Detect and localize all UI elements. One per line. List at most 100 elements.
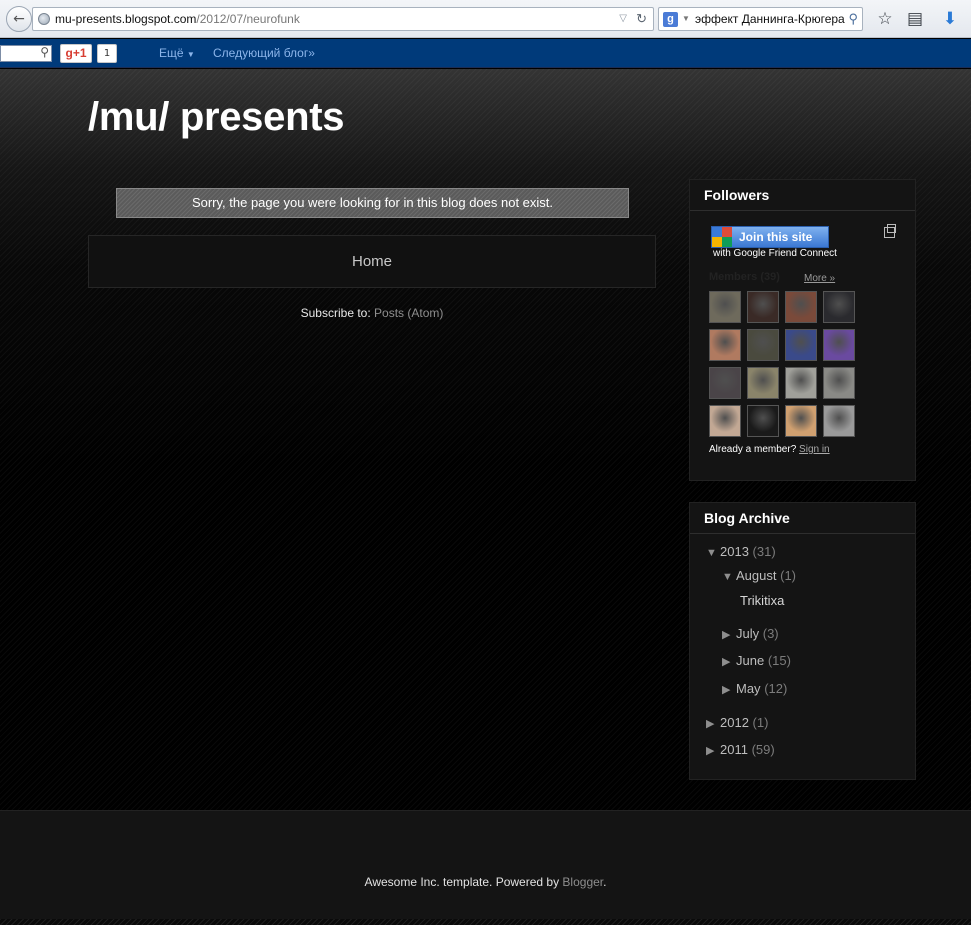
footer-period: . <box>603 875 607 889</box>
triangle-right-icon[interactable]: ▶ <box>722 628 736 641</box>
blogger-navbar: ⚲ g+1 1 Ещё ▼ Следующий блог» <box>0 39 971 68</box>
gplus-count: 1 <box>97 44 117 63</box>
member-avatar[interactable] <box>747 291 779 323</box>
archive-label: 2013 <box>720 544 749 559</box>
archive-month-june[interactable]: ▶ June (15) <box>722 653 791 668</box>
google-icon: g <box>663 12 678 27</box>
archive-count: (12) <box>764 681 788 696</box>
archive-post-link[interactable]: Trikitixa <box>740 593 784 608</box>
member-avatar[interactable] <box>747 367 779 399</box>
bottom-strip <box>0 919 971 925</box>
archive-year-2012[interactable]: ▶ 2012 (1) <box>706 715 768 730</box>
blog-title[interactable]: /mu/ presents <box>88 95 344 140</box>
archive-count: (15) <box>767 653 791 668</box>
next-blog-link[interactable]: Следующий блог» <box>213 46 315 60</box>
member-avatar[interactable] <box>785 367 817 399</box>
sign-in-link[interactable]: Sign in <box>799 444 830 455</box>
footer-text: Awesome Inc. template. Powered by <box>364 875 560 889</box>
search-bar[interactable]: g ▼ эффект Даннинга-Крюгера ⚲ <box>658 7 863 31</box>
member-avatar[interactable] <box>747 329 779 361</box>
blog-page: /mu/ presents Sorry, the page you were l… <box>0 69 971 810</box>
posts-atom-link[interactable]: Posts (Atom) <box>374 306 443 320</box>
archive-label: 2012 <box>720 715 749 730</box>
member-avatar[interactable] <box>747 405 779 437</box>
archive-label: August <box>736 568 777 583</box>
bookmarks-icon[interactable]: ▤ <box>905 9 925 29</box>
triangle-right-icon[interactable]: ▶ <box>706 717 720 730</box>
gfc-subtitle: with Google Friend Connect <box>713 248 837 259</box>
member-avatars <box>709 291 859 437</box>
url-path: /2012/07/neurofunk <box>196 12 300 26</box>
member-avatar[interactable] <box>823 367 855 399</box>
triangle-right-icon[interactable]: ▶ <box>722 683 736 696</box>
popout-icon[interactable] <box>884 224 896 238</box>
home-link[interactable]: Home <box>352 253 392 270</box>
search-engine-dropdown-icon[interactable]: ▼ <box>682 8 690 30</box>
triangle-right-icon[interactable]: ▶ <box>706 744 720 757</box>
footer: Awesome Inc. template. Powered by Blogge… <box>0 810 971 919</box>
subscribe-label: Subscribe to: <box>300 306 371 320</box>
join-site-button[interactable]: Join this site <box>711 226 829 248</box>
archive-label: 2011 <box>720 742 748 757</box>
search-icon[interactable]: ⚲ <box>40 45 49 59</box>
member-avatar[interactable] <box>823 329 855 361</box>
already-member-line: Already a member? Sign in <box>709 444 830 455</box>
member-avatar[interactable] <box>709 405 741 437</box>
search-query: эффект Даннинга-Крюгера <box>695 12 845 26</box>
triangle-right-icon[interactable]: ▶ <box>722 655 736 668</box>
triangle-down-icon[interactable]: ▼ <box>722 571 736 583</box>
member-avatar[interactable] <box>709 291 741 323</box>
url-dropdown-icon[interactable]: ▽ <box>619 8 627 30</box>
member-avatar[interactable] <box>709 367 741 399</box>
globe-icon <box>38 13 50 25</box>
join-site-label: Join this site <box>739 230 813 244</box>
archive-label: June <box>736 653 765 668</box>
google-friend-connect-icon <box>712 227 732 247</box>
archive-count: (1) <box>780 568 796 583</box>
archive-month-august[interactable]: ▼ August (1) <box>722 568 796 583</box>
followers-title: Followers <box>690 180 915 211</box>
status-message: Sorry, the page you were looking for in … <box>116 188 629 218</box>
address-bar[interactable]: mu-presents.blogspot.com/2012/07/neurofu… <box>32 7 654 31</box>
more-label: Ещё <box>159 46 184 60</box>
search-icon[interactable]: ⚲ <box>848 8 858 30</box>
archive-count: (1) <box>752 715 769 730</box>
archive-month-may[interactable]: ▶ May (12) <box>722 681 787 696</box>
member-avatar[interactable] <box>785 291 817 323</box>
bookmark-star-icon[interactable]: ☆ <box>875 9 895 29</box>
member-avatar[interactable] <box>785 329 817 361</box>
member-avatar[interactable] <box>823 291 855 323</box>
members-label: Members (39) <box>709 271 780 283</box>
browser-toolbar: ← mu-presents.blogspot.com/2012/07/neuro… <box>0 0 971 38</box>
triangle-down-icon[interactable]: ▼ <box>706 547 720 559</box>
archive-title: Blog Archive <box>690 503 915 534</box>
more-members-link[interactable]: More » <box>804 273 835 284</box>
blog-archive-widget: Blog Archive ▼ 2013 (31) ▼ August (1) Trik… <box>689 502 916 780</box>
back-button[interactable]: ← <box>6 6 32 32</box>
member-avatar[interactable] <box>823 405 855 437</box>
footer-attribution: Awesome Inc. template. Powered by Blogge… <box>0 875 971 889</box>
archive-month-july[interactable]: ▶ July (3) <box>722 626 779 641</box>
archive-count: (59) <box>751 742 775 757</box>
gplus-button[interactable]: g+1 <box>60 44 92 63</box>
home-link-box: Home <box>88 235 656 288</box>
subscribe-line: Subscribe to: Posts (Atom) <box>88 306 656 320</box>
blog-search-input[interactable]: ⚲ <box>0 45 52 62</box>
archive-count: (3) <box>762 626 779 641</box>
archive-label: July <box>736 626 760 641</box>
archive-count: (31) <box>752 544 776 559</box>
already-member-text: Already a member? <box>709 444 797 455</box>
reload-icon[interactable]: ↻ <box>636 8 647 30</box>
member-avatar[interactable] <box>785 405 817 437</box>
url-host: mu-presents.blogspot.com <box>55 12 197 26</box>
member-avatar[interactable] <box>709 329 741 361</box>
arrow-left-icon: ← <box>13 11 25 27</box>
archive-year-2013[interactable]: ▼ 2013 (31) <box>706 544 776 559</box>
archive-label: May <box>736 681 761 696</box>
blogger-link[interactable]: Blogger <box>562 875 603 889</box>
chevron-down-icon: ▼ <box>186 50 195 59</box>
more-menu[interactable]: Ещё ▼ <box>159 46 195 60</box>
followers-widget: Followers Join this site with Google Fri… <box>689 179 916 481</box>
download-icon[interactable]: ⬇ <box>940 9 960 29</box>
archive-year-2011[interactable]: ▶ 2011 (59) <box>706 742 775 757</box>
